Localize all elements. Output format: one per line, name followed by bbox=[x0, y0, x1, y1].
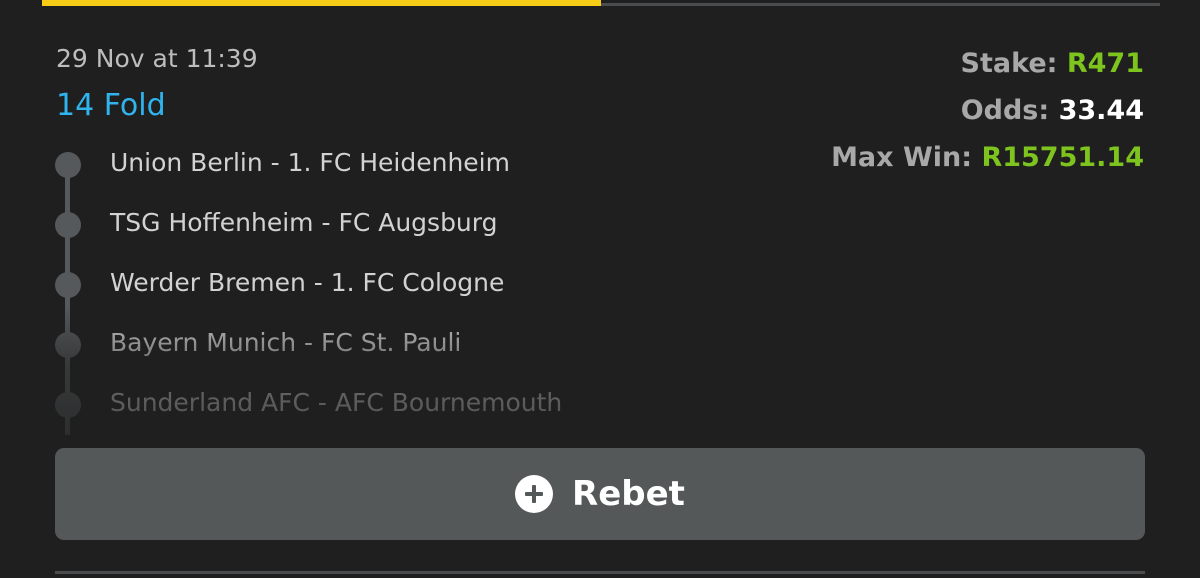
stake-row: Stake: R471 bbox=[831, 44, 1144, 91]
list-item: Bayern Munich - FC St. Pauli bbox=[50, 315, 750, 375]
leg-match-name: Union Berlin - 1. FC Heidenheim bbox=[110, 148, 510, 177]
leg-match-name: TSG Hoffenheim - FC Augsburg bbox=[110, 208, 498, 237]
list-item: Union Berlin - 1. FC Heidenheim bbox=[50, 135, 750, 195]
timeline-dot-icon bbox=[55, 332, 81, 358]
leg-match-name: Werder Bremen - 1. FC Cologne bbox=[110, 268, 505, 297]
top-progress-bar bbox=[42, 0, 1160, 6]
timeline-dot-icon bbox=[55, 152, 81, 178]
stake-label: Stake: bbox=[960, 48, 1058, 79]
list-item: Sunderland AFC - AFC Bournemouth bbox=[50, 375, 750, 435]
max-win-row: Max Win: R15751.14 bbox=[831, 138, 1144, 185]
bet-type-link[interactable]: 14 Fold bbox=[56, 88, 166, 123]
list-item: TSG Hoffenheim - FC Augsburg bbox=[50, 195, 750, 255]
rebet-label: Rebet bbox=[572, 474, 685, 514]
timeline-dot-icon bbox=[55, 392, 81, 418]
timeline-dot-icon bbox=[55, 212, 81, 238]
odds-row: Odds: 33.44 bbox=[831, 91, 1144, 138]
list-item: Werder Bremen - 1. FC Cologne bbox=[50, 255, 750, 315]
leg-match-name: Bayern Munich - FC St. Pauli bbox=[110, 328, 462, 357]
bet-legs-list: Union Berlin - 1. FC Heidenheim TSG Hoff… bbox=[50, 135, 750, 435]
max-win-label: Max Win: bbox=[831, 142, 973, 173]
bottom-divider bbox=[55, 571, 1145, 574]
odds-value: 33.44 bbox=[1058, 95, 1144, 126]
bet-date: 29 Nov at 11:39 bbox=[56, 44, 258, 73]
rebet-button[interactable]: Rebet bbox=[55, 448, 1145, 540]
bet-summary: Stake: R471 Odds: 33.44 Max Win: R15751.… bbox=[831, 44, 1144, 185]
max-win-value: R15751.14 bbox=[981, 142, 1144, 173]
odds-label: Odds: bbox=[960, 95, 1050, 126]
timeline-dot-icon bbox=[55, 272, 81, 298]
progress-fill bbox=[42, 0, 601, 6]
stake-value: R471 bbox=[1066, 48, 1144, 79]
leg-match-name: Sunderland AFC - AFC Bournemouth bbox=[110, 388, 563, 417]
plus-circle-icon bbox=[515, 475, 554, 513]
